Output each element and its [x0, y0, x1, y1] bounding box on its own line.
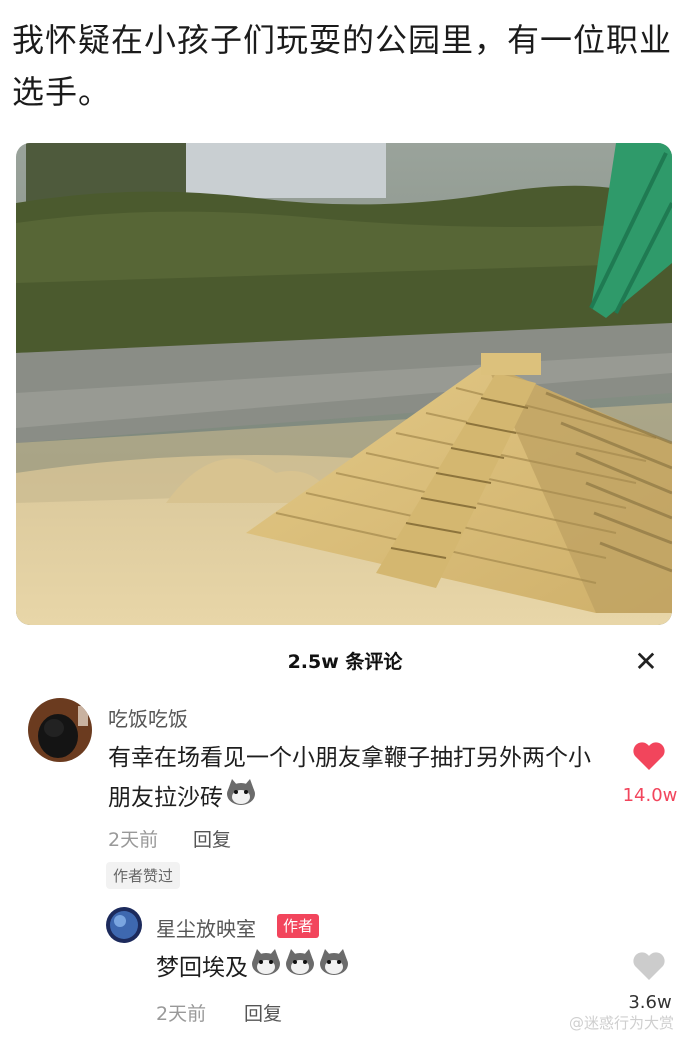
reply-text-content: 梦回埃及: [156, 955, 248, 981]
author-liked-badge: 作者赞过: [106, 862, 181, 889]
comments-count-title: 2.5w 条评论: [287, 651, 403, 673]
post-photo[interactable]: [16, 143, 672, 625]
reply-avatar[interactable]: [106, 907, 142, 943]
watermark: @迷惑行为大赏: [568, 1014, 674, 1032]
reply-username[interactable]: 星尘放映室: [156, 913, 256, 942]
avatar[interactable]: [28, 698, 92, 762]
reply-text: 梦回埃及: [156, 948, 350, 989]
like-count: 14.0w: [622, 785, 678, 806]
comment-text: 有幸在场看见一个小朋友拿鞭子抽打另外两个小朋友拉沙砖: [108, 739, 598, 819]
author-badge: 作者: [277, 914, 320, 938]
comment-text-content: 有幸在场看见一个小朋友拿鞭子抽打另外两个小朋友拉沙砖: [108, 745, 591, 811]
close-button[interactable]: ✕: [632, 648, 660, 676]
reply-like-count: 3.6w: [628, 992, 672, 1013]
reply-button[interactable]: 回复: [193, 825, 231, 852]
heart-outline-icon[interactable]: [632, 951, 666, 985]
comment-username[interactable]: 吃饭吃饭: [108, 703, 188, 732]
reply-reply-button[interactable]: 回复: [244, 999, 282, 1026]
cat-emoji-icon: [318, 948, 350, 989]
cat-emoji-icon: [250, 948, 282, 989]
heart-icon[interactable]: [632, 741, 666, 775]
cat-emoji-icon: [284, 948, 316, 989]
reply-time: 2天前: [156, 1003, 207, 1025]
comment-time: 2天前: [108, 829, 159, 851]
post-caption: 我怀疑在小孩子们玩耍的公园里，有一位职业选手。: [12, 21, 673, 111]
cat-emoji-icon: [225, 778, 257, 819]
